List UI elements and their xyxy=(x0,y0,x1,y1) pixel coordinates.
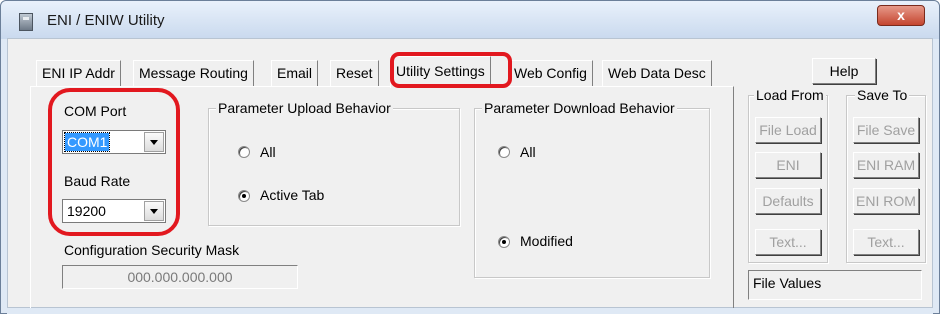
upload-active-tab-radio[interactable] xyxy=(238,190,250,202)
eni-rom-button[interactable]: ENI ROM xyxy=(853,188,919,214)
download-all-radio[interactable] xyxy=(498,146,510,158)
defaults-button[interactable]: Defaults xyxy=(755,188,821,214)
file-load-button[interactable]: File Load xyxy=(755,117,821,143)
title-bar[interactable]: ENI / ENIW Utility x xyxy=(1,1,939,39)
download-modified-label: Modified xyxy=(520,233,573,249)
com-port-label: COM Port xyxy=(64,103,127,119)
help-button[interactable]: Help xyxy=(812,58,876,84)
close-button[interactable]: x xyxy=(877,5,925,26)
chevron-down-icon[interactable] xyxy=(144,132,164,152)
download-all-label: All xyxy=(520,144,536,160)
upload-active-tab-label: Active Tab xyxy=(260,187,325,203)
upload-all-radio[interactable] xyxy=(238,146,250,158)
baud-rate-value: 19200 xyxy=(67,203,106,219)
eni-ram-button[interactable]: ENI RAM xyxy=(853,152,919,178)
window-bottom-edge xyxy=(7,308,933,314)
status-box: File Values xyxy=(748,270,922,300)
chevron-down-icon[interactable] xyxy=(144,201,164,221)
tab-message-routing[interactable]: Message Routing xyxy=(133,60,254,86)
download-behavior-group: Parameter Download Behavior xyxy=(474,100,710,278)
upload-behavior-group: Parameter Upload Behavior xyxy=(208,100,460,226)
baud-rate-label: Baud Rate xyxy=(64,173,131,189)
load-from-title: Load From xyxy=(754,87,826,103)
close-icon: x xyxy=(897,7,905,23)
tab-web-data-desc[interactable]: Web Data Desc xyxy=(602,60,712,86)
upload-behavior-title: Parameter Upload Behavior xyxy=(216,100,393,116)
tab-reset[interactable]: Reset xyxy=(330,60,379,86)
window-title: ENI / ENIW Utility xyxy=(47,12,165,29)
tab-web-config[interactable]: Web Config xyxy=(508,60,593,86)
tab-email[interactable]: Email xyxy=(271,60,319,86)
upload-all-label: All xyxy=(260,144,276,160)
text-load-button[interactable]: Text... xyxy=(755,229,821,255)
download-modified-radio[interactable] xyxy=(498,236,510,248)
com-port-select[interactable]: COM1 xyxy=(62,130,166,154)
tab-utility-settings[interactable]: Utility Settings xyxy=(390,56,491,88)
security-mask-label: Configuration Security Mask xyxy=(64,242,240,258)
tab-eni-ip-addr[interactable]: ENI IP Addr xyxy=(36,60,121,86)
download-behavior-title: Parameter Download Behavior xyxy=(482,100,677,116)
eni-load-button[interactable]: ENI xyxy=(755,152,821,178)
file-save-button[interactable]: File Save xyxy=(853,117,919,143)
com-port-value: COM1 xyxy=(63,132,111,152)
baud-rate-select[interactable]: 19200 xyxy=(62,199,166,223)
save-to-title: Save To xyxy=(855,87,910,103)
app-icon xyxy=(19,13,33,31)
security-mask-field: 000.000.000.000 xyxy=(62,265,298,289)
text-save-button[interactable]: Text... xyxy=(853,229,919,255)
